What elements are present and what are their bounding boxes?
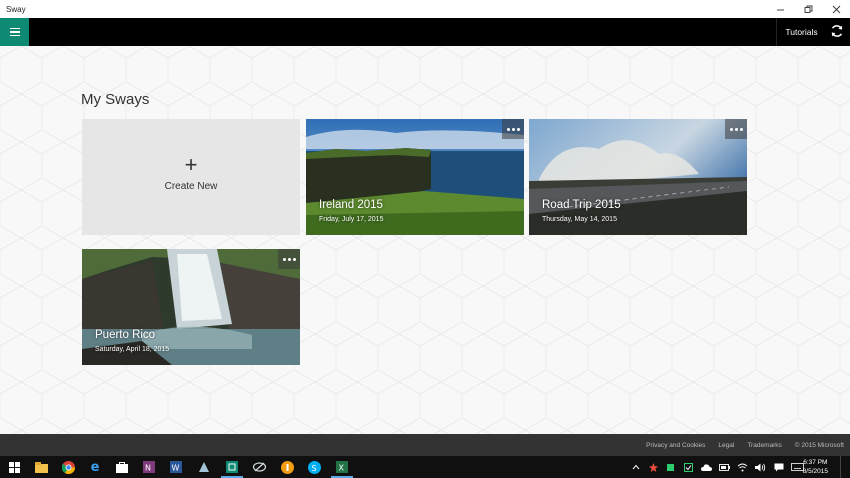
sway-app-button[interactable] — [224, 459, 240, 475]
battery-icon — [719, 463, 730, 471]
store-button[interactable] — [114, 459, 130, 475]
app-icon — [252, 462, 266, 472]
svg-text:W: W — [172, 464, 180, 473]
more-icon — [282, 257, 286, 261]
show-desktop-button[interactable] — [840, 456, 850, 478]
plus-icon: + — [184, 152, 198, 177]
edge-button[interactable]: e — [87, 459, 103, 475]
hamburger-menu-button[interactable] — [0, 18, 29, 46]
system-clock[interactable]: 6:37 PM 8/5/2015 — [803, 458, 828, 476]
minimize-button[interactable] — [766, 0, 794, 18]
onenote-icon: N — [143, 461, 155, 473]
more-icon-dot — [511, 127, 515, 131]
start-button[interactable] — [6, 459, 22, 475]
word-button[interactable]: W — [168, 459, 184, 475]
word-icon: W — [170, 461, 182, 473]
more-icon — [729, 127, 733, 131]
chevron-up-icon — [632, 464, 640, 470]
sway-title: Puerto Rico — [95, 329, 156, 341]
action-center-icon — [774, 463, 783, 471]
taskbar-app-button[interactable] — [196, 459, 212, 475]
battery-button[interactable] — [718, 456, 731, 478]
window-title: Sway — [6, 4, 26, 14]
app-bar: Tutorials — [0, 18, 850, 46]
legal-link[interactable]: Legal — [718, 442, 734, 449]
volume-icon — [755, 463, 766, 471]
sway-date: Thursday, May 14, 2015 — [542, 216, 617, 223]
footer: Privacy and Cookies Legal Trademarks © 2… — [0, 434, 850, 456]
more-icon-dot — [287, 257, 291, 261]
hamburger-icon — [9, 27, 20, 29]
sync-icon[interactable] — [830, 24, 844, 38]
app-icon — [683, 462, 693, 472]
app-icon — [648, 462, 658, 472]
privacy-link[interactable]: Privacy and Cookies — [646, 442, 705, 449]
sway-card-puerto-rico[interactable]: Puerto Rico Saturday, April 18, 2015 — [82, 249, 300, 365]
volume-button[interactable] — [754, 456, 767, 478]
taskbar: e N W S X 6:37 PM 8/5/2015 — [0, 456, 850, 478]
sway-app-icon — [226, 461, 238, 473]
onedrive-button[interactable] — [700, 456, 713, 478]
sway-date: Saturday, April 18, 2015 — [95, 346, 170, 353]
start-icon — [8, 461, 20, 473]
more-icon-dot — [739, 127, 743, 131]
create-new-label: Create New — [164, 181, 218, 192]
taskbar-app-button[interactable] — [279, 459, 295, 475]
chrome-icon — [61, 460, 75, 474]
edge-icon: e — [90, 459, 100, 475]
restore-button[interactable] — [794, 0, 822, 18]
minimize-icon — [776, 9, 784, 10]
onenote-button[interactable]: N — [141, 459, 157, 475]
copyright-text: © 2015 Microsoft — [794, 441, 844, 449]
action-center-button[interactable] — [772, 456, 785, 478]
close-button[interactable] — [822, 0, 850, 18]
sway-title: Road Trip 2015 — [542, 199, 621, 211]
clock-time: 6:37 PM — [803, 459, 828, 466]
page-title: My Sways — [81, 91, 150, 108]
sway-title: Ireland 2015 — [319, 199, 383, 211]
excel-icon: X — [336, 461, 348, 473]
sway-card-road-trip[interactable]: Road Trip 2015 Thursday, May 14, 2015 — [529, 119, 747, 235]
sway-card-ireland[interactable]: Ireland 2015 Friday, July 17, 2015 — [306, 119, 524, 235]
wifi-button[interactable] — [736, 456, 749, 478]
chrome-button[interactable] — [60, 459, 76, 475]
file-explorer-icon — [34, 461, 48, 473]
app-icon — [666, 463, 674, 471]
hamburger-line — [9, 31, 20, 33]
skype-button[interactable]: S — [306, 459, 322, 475]
hamburger-line — [9, 35, 20, 37]
more-options-button[interactable] — [725, 119, 747, 139]
tutorials-button[interactable]: Tutorials — [776, 18, 826, 46]
svg-text:N: N — [145, 464, 151, 473]
svg-text:X: X — [339, 464, 345, 473]
skype-icon: S — [307, 460, 321, 474]
restore-icon — [804, 5, 812, 13]
wifi-icon — [737, 463, 748, 471]
clock-date: 8/5/2015 — [802, 468, 828, 475]
more-icon-dot — [734, 127, 738, 131]
tray-app-button[interactable] — [682, 456, 694, 478]
onedrive-icon — [701, 463, 712, 471]
trademarks-link[interactable]: Trademarks — [747, 442, 781, 449]
sway-date: Friday, July 17, 2015 — [319, 216, 384, 223]
file-explorer-button[interactable] — [33, 459, 49, 475]
app-icon — [199, 462, 209, 472]
svg-text:S: S — [311, 464, 316, 473]
more-options-button[interactable] — [502, 119, 524, 139]
excel-button[interactable]: X — [334, 459, 350, 475]
create-new-tile[interactable]: + Create New — [82, 119, 300, 235]
main-content: My Sways + Create New Ireland 2015 Frida… — [0, 46, 850, 434]
tray-app-button[interactable] — [647, 456, 659, 478]
show-hidden-icons-button[interactable] — [630, 456, 642, 478]
orange-app-icon — [280, 460, 294, 474]
more-icon-dot — [516, 127, 520, 131]
more-icon — [506, 127, 510, 131]
close-icon — [832, 5, 840, 13]
more-options-button[interactable] — [278, 249, 300, 269]
more-icon-dot — [292, 257, 296, 261]
tray-app-button[interactable] — [664, 456, 676, 478]
store-icon — [116, 462, 128, 473]
taskbar-app-button[interactable] — [251, 459, 267, 475]
window-titlebar: Sway — [0, 0, 850, 18]
